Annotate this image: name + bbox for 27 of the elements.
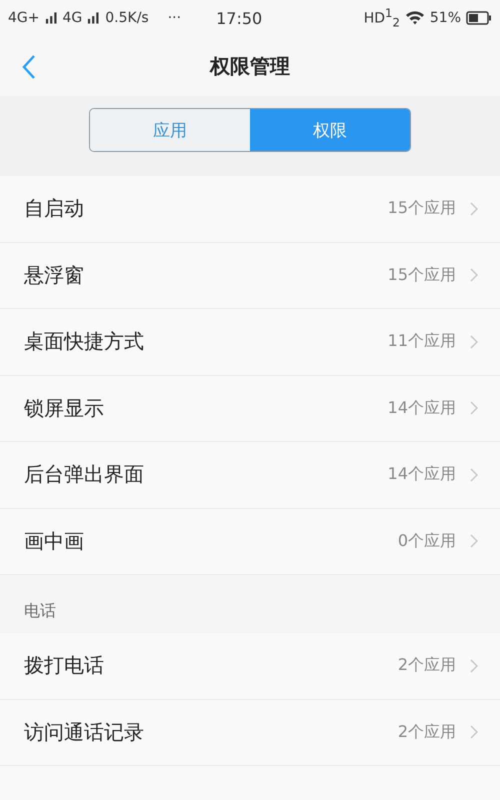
chevron-icon [470,534,478,548]
battery-icon [466,11,492,25]
chevron-icon [470,334,478,349]
more-indicator: ··· [168,10,182,26]
list-item[interactable]: 锁屏显示 14个应用 [0,376,500,442]
clock: 17:50 [216,8,262,28]
section-title: 电话 [24,600,56,622]
network-label: 4G+ [8,10,40,26]
chevron-icon [470,468,478,482]
list-item[interactable]: 悬浮窗 15个应用 [0,242,500,309]
signal-icon [87,12,100,24]
wifi-icon [404,10,425,26]
list-item[interactable]: 自启动 15个应用 [0,176,500,242]
list-item[interactable]: 后台弹出界面 14个应用 [0,442,500,508]
list-item[interactable]: 画中画 0个应用 [0,508,500,575]
chevron-icon [470,725,478,740]
page-title: 权限管理 [210,52,290,80]
list-item[interactable]: 桌面快捷方式 11个应用 [0,309,500,376]
chevron-icon [470,658,478,673]
chevron-icon [470,202,478,216]
network-speed: 0.5K/s [105,10,149,26]
chevron-icon [470,268,478,282]
battery-percent: 51% [430,10,461,26]
chevron-icon [470,401,478,416]
list-item[interactable]: 拨打电话 2个应用 [0,633,500,700]
network-label: 4G [62,10,82,26]
signal-icon [44,12,58,24]
